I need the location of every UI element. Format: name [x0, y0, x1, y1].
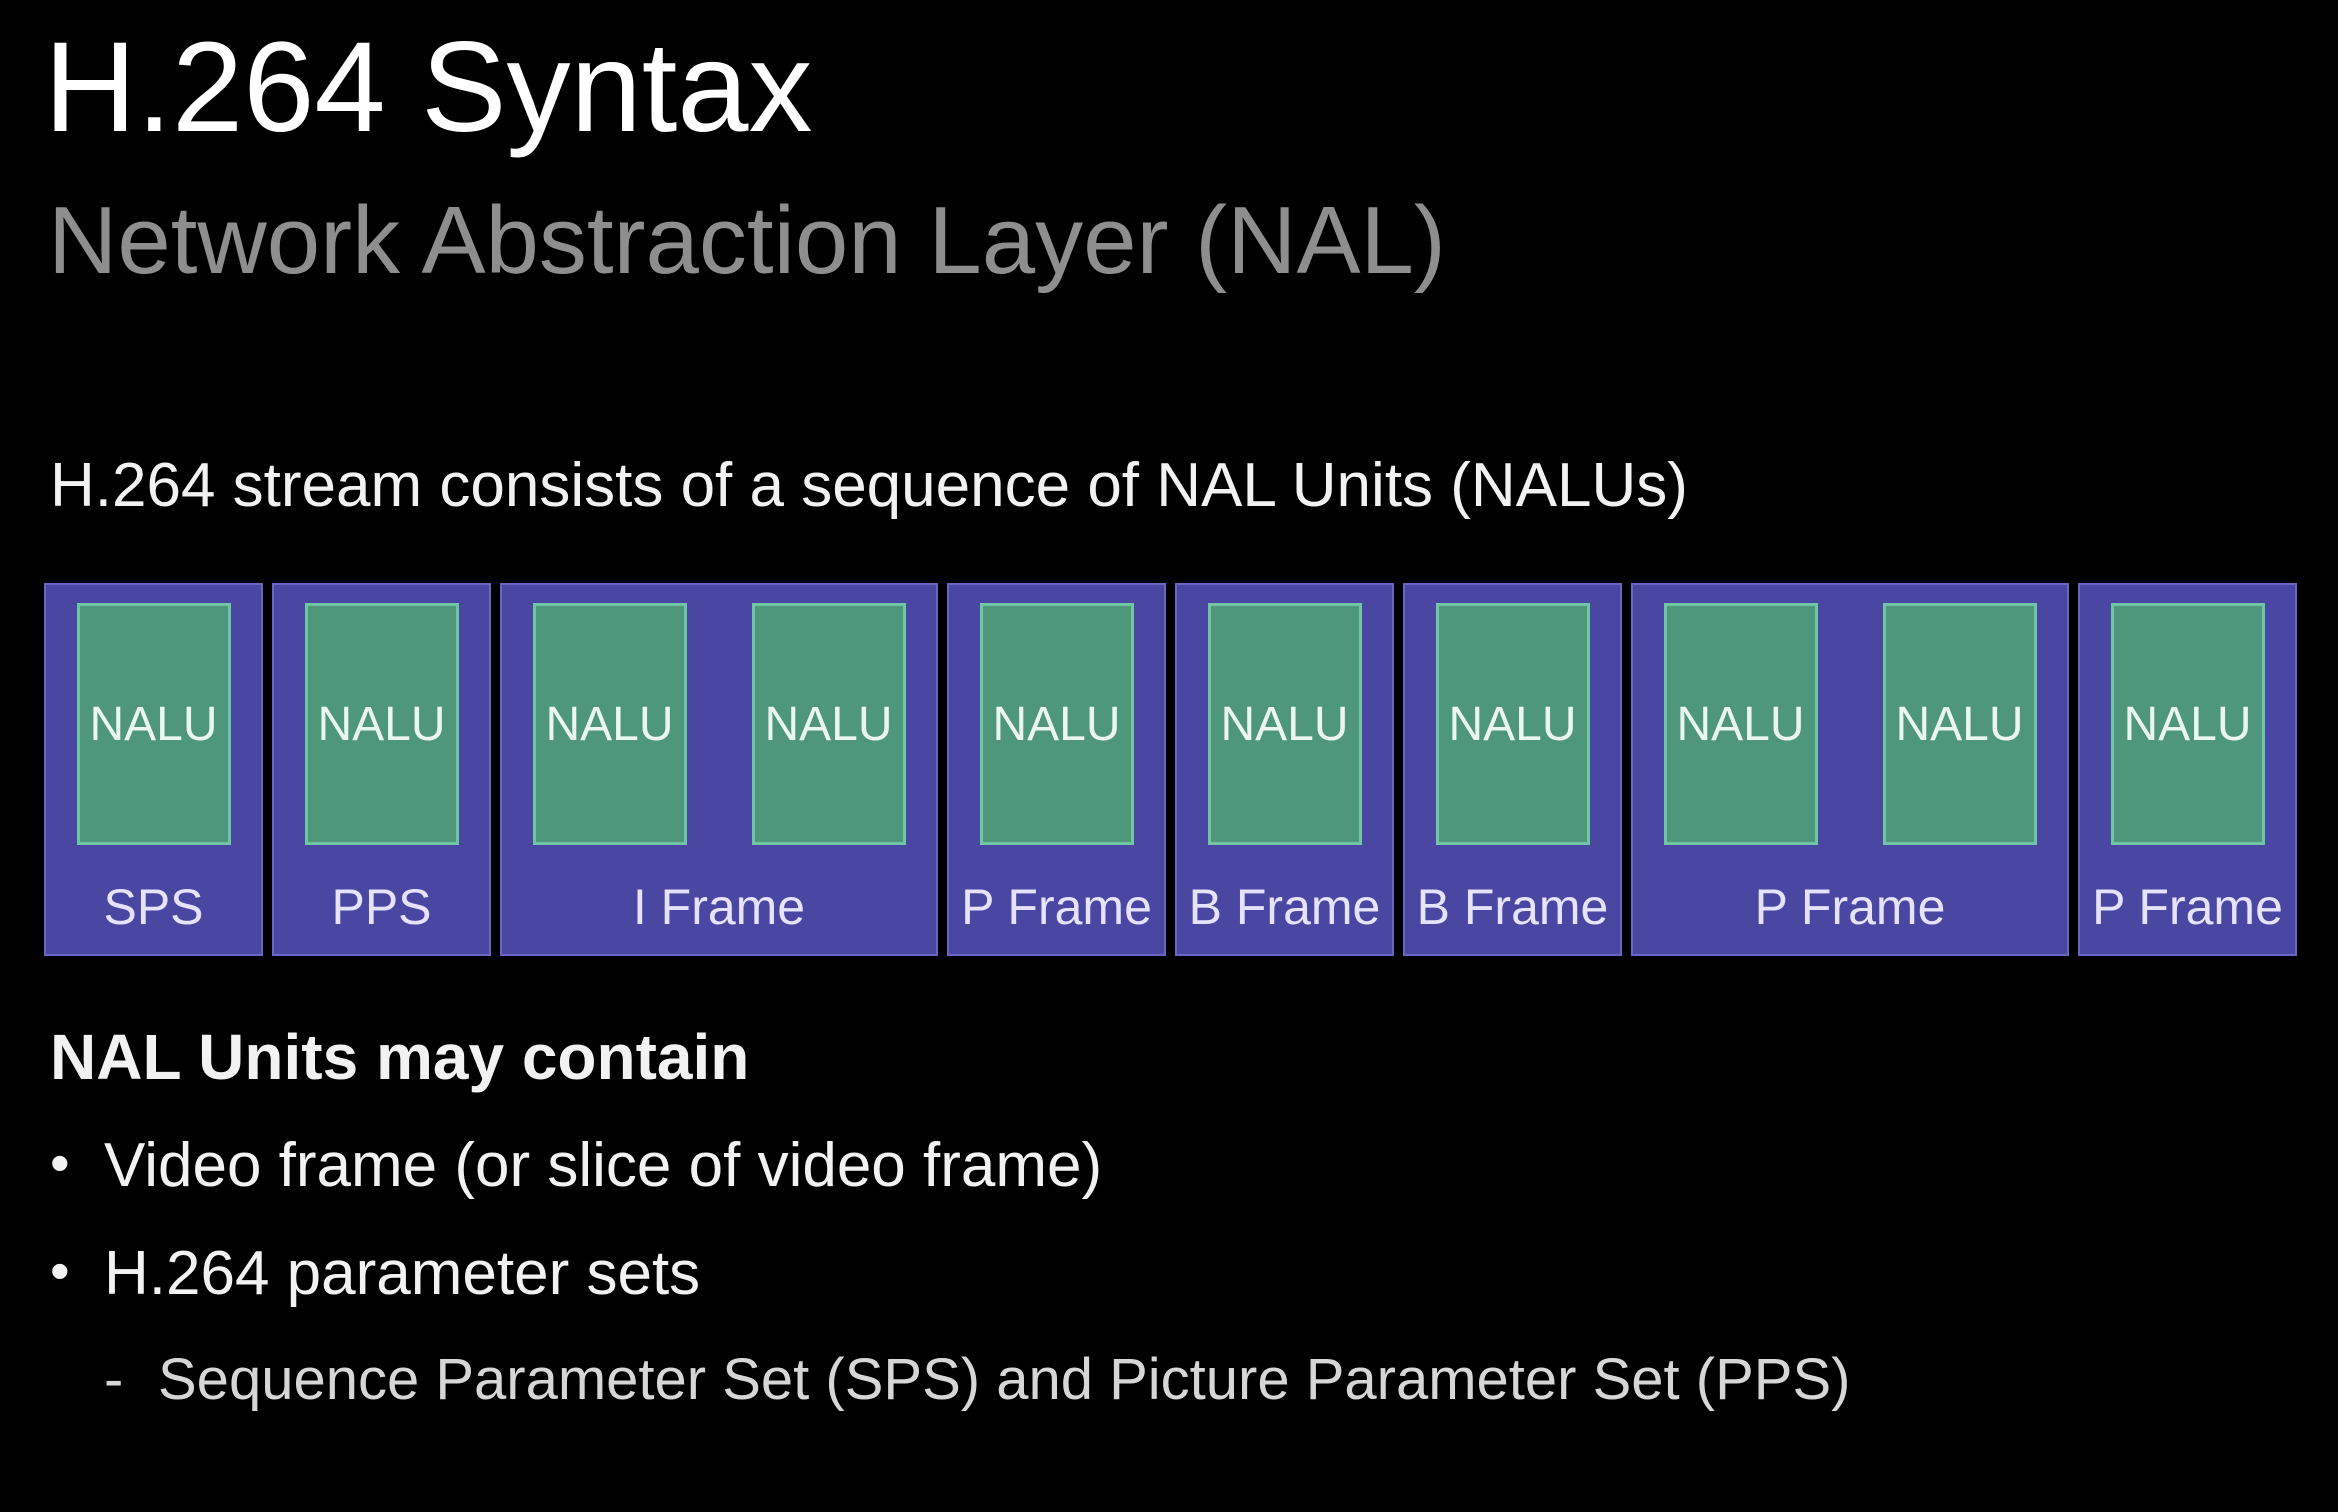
frame-group-pps: NALU PPS	[272, 583, 491, 956]
frame-group-b-frame: NALU B Frame	[1175, 583, 1394, 956]
nalu-box: NALU	[1882, 603, 2037, 845]
nalu-box: NALU	[1663, 603, 1818, 845]
bullet-marker: •	[50, 1239, 70, 1302]
slide-subtitle: Network Abstraction Layer (NAL)	[48, 187, 1446, 294]
intro-text: H.264 stream consists of a sequence of N…	[50, 451, 1688, 520]
frame-group-p-frame: NALU NALU P Frame	[1631, 583, 2069, 956]
frame-label: P Frame	[2092, 879, 2283, 935]
frame-group-p-frame: NALU P Frame	[947, 583, 1166, 956]
nalu-box: NALU	[2110, 603, 2265, 845]
frame-label: SPS	[103, 879, 204, 935]
frame-label: I Frame	[632, 879, 806, 935]
nalu-box: NALU	[532, 603, 687, 845]
nalu-box: NALU	[1435, 603, 1590, 845]
slide-title: H.264 Syntax	[44, 16, 813, 159]
nalu-box: NALU	[979, 603, 1134, 845]
bullet-marker: •	[50, 1131, 70, 1194]
frame-group-i-frame: NALU NALU I Frame	[500, 583, 938, 956]
frame-label: P Frame	[961, 879, 1152, 935]
bullet-text: H.264 parameter sets	[104, 1239, 701, 1308]
sub-bullet-marker: -	[104, 1347, 124, 1412]
frame-group-p-frame: NALU P Frame	[2078, 583, 2297, 956]
frame-group-b-frame: NALU B Frame	[1403, 583, 1622, 956]
contents-heading: NAL Units may contain	[50, 1021, 750, 1093]
nalu-box: NALU	[751, 603, 906, 845]
frame-label: B Frame	[1188, 879, 1381, 935]
bullet-text: Video frame (or slice of video frame)	[104, 1131, 1103, 1200]
nalu-box: NALU	[304, 603, 459, 845]
frame-label: P Frame	[1754, 879, 1946, 935]
nalu-box: NALU	[1207, 603, 1362, 845]
frame-label: B Frame	[1416, 879, 1609, 935]
frame-label: PPS	[331, 879, 432, 935]
nalu-box: NALU	[76, 603, 231, 845]
frame-group-sps: NALU SPS	[44, 583, 263, 956]
sub-bullet-text: Sequence Parameter Set (SPS) and Picture…	[158, 1347, 1851, 1412]
